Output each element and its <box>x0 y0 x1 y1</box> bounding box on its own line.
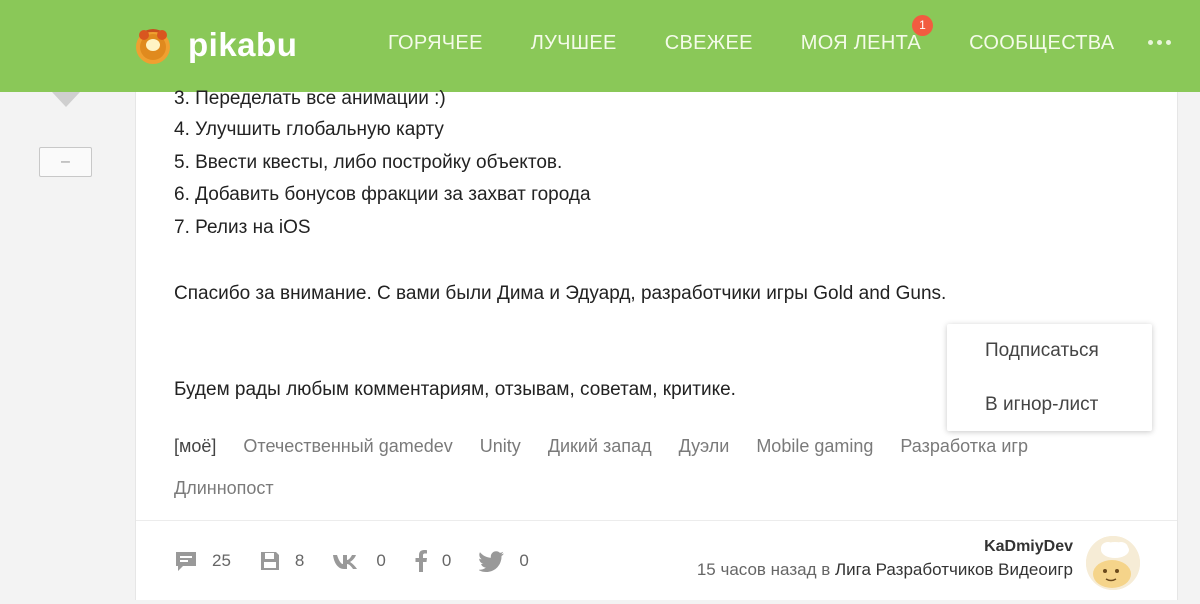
ellipsis-icon[interactable] <box>1148 40 1171 45</box>
post-line: 3. Переделать все анимации :) <box>174 88 446 109</box>
save-button[interactable]: 8 <box>259 550 304 572</box>
post-time: 15 часов назад в <box>696 560 831 579</box>
tag[interactable]: Разработка игр <box>900 432 1028 460</box>
tag[interactable]: Mobile gaming <box>756 432 873 460</box>
post-stats: 25 8 0 0 0 <box>174 550 557 572</box>
post-line: 7. Релиз на iOS <box>174 216 311 238</box>
facebook-share-button[interactable]: 0 <box>414 550 451 572</box>
ignore-list-menu-item[interactable]: В игнор-лист <box>985 394 1098 416</box>
tag[interactable]: Unity <box>480 432 521 460</box>
nav-best[interactable]: ЛУЧШЕЕ <box>531 32 617 55</box>
nav-hot[interactable]: ГОРЯЧЕЕ <box>388 32 483 55</box>
logo[interactable]: pikabu <box>132 24 297 66</box>
nav-communities[interactable]: СООБЩЕСТВА <box>969 32 1114 55</box>
comments-button[interactable]: 25 <box>174 550 231 572</box>
twitter-share-button[interactable]: 0 <box>479 550 529 572</box>
tag[interactable]: Дуэли <box>679 432 730 460</box>
author-actions-menu: Подписаться В игнор-лист <box>947 324 1152 431</box>
vk-icon <box>333 555 358 569</box>
avatar-image-icon <box>1086 536 1140 590</box>
post-thanks: Спасибо за внимание. С вами были Дима и … <box>174 283 947 304</box>
tag-own[interactable]: [моё] <box>174 432 216 460</box>
nav-my-feed[interactable]: МОЯ ЛЕНТА 1 <box>800 15 934 55</box>
post-list: 4. Улучшить глобальную карту 5. Ввести к… <box>174 114 591 244</box>
facebook-count: 0 <box>441 551 452 570</box>
author-info: KaDmiyDev 15 часов назад в Лига Разработ… <box>697 538 1073 580</box>
footer-divider <box>136 520 1177 521</box>
saves-count: 8 <box>294 551 305 570</box>
main-nav: ГОРЯЧЕЕ ЛУЧШЕЕ СВЕЖЕЕ МОЯ ЛЕНТА 1 СООБЩЕ… <box>388 15 1162 55</box>
subscribe-menu-item[interactable]: Подписаться <box>985 340 1099 362</box>
facebook-icon <box>415 550 427 572</box>
tag[interactable]: Отечественный gamedev <box>243 432 452 460</box>
top-navigation-bar: pikabu ГОРЯЧЕЕ ЛУЧШЕЕ СВЕЖЕЕ МОЯ ЛЕНТА 1… <box>0 0 1200 92</box>
twitter-count: 0 <box>519 551 529 570</box>
post-line: 5. Ввести квесты, либо постройку объекто… <box>174 151 563 173</box>
community-link[interactable]: Лига Разработчиков Видеоигр <box>835 560 1073 579</box>
logo-text: pikabu <box>188 26 298 63</box>
tag[interactable]: Длиннопост <box>174 474 274 502</box>
author-name[interactable]: KaDmiyDev <box>697 538 1073 556</box>
tag[interactable]: Дикий запад <box>548 432 652 460</box>
post-line: 6. Добавить бонусов фракции за захват го… <box>174 184 591 205</box>
post-meta: 15 часов назад в Лига Разработчиков Виде… <box>697 560 1073 580</box>
minus-button[interactable]: – <box>39 147 92 177</box>
vk-count: 0 <box>376 551 386 570</box>
comment-icon <box>176 552 196 571</box>
avatar[interactable] <box>1086 536 1140 590</box>
nav-my-feed-label: МОЯ ЛЕНТА <box>800 32 922 54</box>
notification-badge: 1 <box>912 15 934 36</box>
arrow-down-icon[interactable] <box>52 92 80 107</box>
tag-list: [моё] Отечественный gamedev Unity Дикий … <box>174 432 1124 502</box>
post-final: Будем рады любым комментариям, отзывам, … <box>174 379 736 400</box>
vk-share-button[interactable]: 0 <box>332 551 386 571</box>
save-icon <box>260 552 279 570</box>
comments-count: 25 <box>212 551 231 570</box>
post-line: 4. Улучшить глобальную карту <box>174 119 444 140</box>
nav-fresh[interactable]: СВЕЖЕЕ <box>665 32 753 55</box>
pikabu-logo-icon <box>132 24 174 66</box>
twitter-icon <box>479 550 505 572</box>
